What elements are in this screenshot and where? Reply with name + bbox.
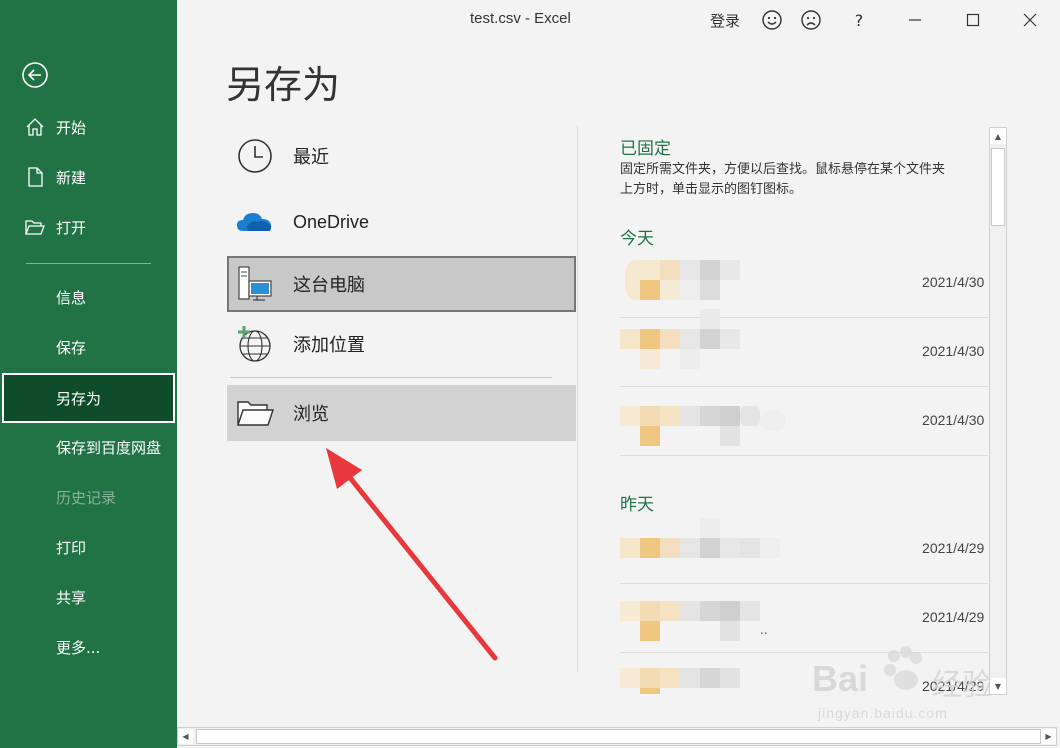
sidebar-item-save-baidu[interactable]: 保存到百度网盘	[56, 432, 161, 462]
help-button[interactable]: ?	[849, 8, 869, 32]
locations-divider	[230, 377, 552, 378]
triangle-up-icon: ▲	[994, 131, 1002, 141]
location-recent[interactable]: 最近	[227, 128, 576, 184]
sidebar-item-label: 打印	[56, 538, 87, 557]
location-label: 浏览	[293, 404, 329, 425]
help-icon: ?	[854, 10, 864, 30]
sidebar-item-label: 保存到百度网盘	[56, 438, 162, 457]
minimize-icon	[909, 19, 921, 21]
sidebar-item-label: 另存为	[56, 390, 102, 408]
back-button[interactable]	[20, 60, 50, 90]
today-title: 今天	[620, 229, 654, 249]
file-date: 2021/4/30 1	[922, 274, 996, 290]
pinned-title: 已固定	[620, 139, 671, 159]
new-file-icon	[28, 167, 43, 187]
sidebar-item-more[interactable]: 更多...	[56, 632, 100, 662]
location-this-pc[interactable]: 这台电脑	[227, 256, 576, 312]
file-thumbnail-blurred	[620, 258, 780, 310]
home-icon	[26, 118, 44, 136]
open-folder-icon	[25, 220, 45, 235]
file-row-today-3[interactable]: 2021/4/30 1	[620, 388, 996, 456]
page-title: 另存为	[226, 63, 341, 107]
file-thumbnail-blurred: ..	[620, 593, 780, 645]
location-add-place[interactable]: 添加位置	[227, 316, 576, 372]
frown-icon	[801, 10, 821, 30]
sidebar-item-label: 信息	[56, 288, 87, 307]
sidebar-item-save-as[interactable]: 另存为	[2, 373, 175, 423]
maximize-icon	[966, 13, 980, 27]
file-date: 2021/4/30 1	[922, 343, 996, 359]
sidebar-item-save[interactable]: 保存	[56, 332, 86, 362]
scroll-up-button[interactable]: ▲	[990, 128, 1006, 144]
add-location-globe-icon	[235, 324, 275, 364]
file-date: 2021/4/29 1	[922, 540, 996, 556]
sidebar-item-info[interactable]: 信息	[56, 282, 86, 312]
sidebar-item-label: 保存	[56, 338, 87, 357]
smile-icon	[762, 10, 782, 30]
sidebar-item-home[interactable]: 开始	[24, 112, 86, 142]
scrollbar-thumb[interactable]	[196, 729, 1041, 744]
panel-separator	[577, 126, 578, 672]
sidebar-item-label: 新建	[56, 168, 87, 187]
sidebar-divider	[26, 263, 151, 264]
pinned-description: 固定所需文件夹，方便以后查找。鼠标悬停在某个文件夹 上方时，单击显示的图钉图标。	[620, 160, 990, 202]
watermark-url: jingyan.baidu.com	[818, 705, 948, 721]
backstage-sidebar: 开始 新建 打开 信息 保存 另存为 保存到百度网盘 历史记录 打印 共享 更多…	[0, 0, 177, 748]
close-button[interactable]	[1020, 8, 1040, 32]
sidebar-item-history: 历史记录	[56, 482, 116, 512]
watermark-brand-cn: 经验	[932, 668, 992, 703]
minimize-button[interactable]	[905, 8, 925, 32]
scroll-right-button[interactable]: ▶	[1041, 729, 1056, 744]
file-row-today-2[interactable]: 2021/4/30 1	[620, 309, 996, 387]
sidebar-item-share[interactable]: 共享	[56, 582, 86, 612]
pinned-desc-line: 固定所需文件夹，方便以后查找。鼠标悬停在某个文件夹	[620, 162, 946, 177]
sidebar-item-open[interactable]: 打开	[24, 212, 86, 242]
vertical-scrollbar[interactable]: ▲ ▼	[989, 127, 1007, 695]
file-date: 2021/4/29 1	[922, 609, 996, 625]
smile-feedback-button[interactable]	[760, 8, 784, 32]
location-onedrive[interactable]: OneDrive	[227, 194, 576, 250]
sidebar-item-label: 开始	[56, 118, 87, 137]
sidebar-item-label: 共享	[56, 588, 87, 607]
window-title: test.csv - Excel	[470, 10, 571, 27]
sidebar-item-print[interactable]: 打印	[56, 532, 86, 562]
scrollbar-thumb[interactable]	[991, 148, 1005, 226]
location-label: 添加位置	[293, 335, 365, 356]
yesterday-title: 昨天	[620, 495, 654, 515]
location-label: 最近	[293, 147, 329, 168]
file-row-yesterday-1[interactable]: 2021/4/29 1	[620, 516, 996, 584]
scroll-left-button[interactable]: ◀	[178, 729, 193, 744]
frown-feedback-button[interactable]	[799, 8, 823, 32]
maximize-button[interactable]	[963, 8, 983, 32]
pinned-desc-line: 上方时，单击显示的图钉图标。	[620, 182, 803, 197]
back-arrow-icon	[22, 62, 48, 88]
sidebar-item-new[interactable]: 新建	[24, 162, 86, 192]
file-date: 2021/4/30 1	[922, 412, 996, 428]
signin-button[interactable]: 登录	[710, 8, 740, 32]
title-bar: test.csv - Excel 登录 ?	[177, 0, 1060, 40]
sidebar-item-label: 更多...	[56, 638, 101, 657]
location-label: 这台电脑	[293, 275, 365, 296]
triangle-right-icon: ▶	[1045, 732, 1052, 741]
location-browse[interactable]: 浏览	[227, 385, 576, 441]
onedrive-cloud-icon	[235, 202, 275, 242]
sidebar-item-label: 打开	[56, 218, 87, 237]
file-thumbnail-blurred	[620, 309, 780, 379]
watermark-brand: Bai	[812, 658, 869, 699]
triangle-left-icon: ◀	[182, 732, 189, 741]
horizontal-scrollbar[interactable]: ◀ ▶	[177, 727, 1057, 746]
file-thumbnail-blurred	[620, 662, 780, 694]
close-icon	[1023, 13, 1037, 27]
signin-label: 登录	[710, 11, 741, 30]
file-thumbnail-blurred	[620, 518, 780, 576]
computer-icon	[235, 264, 275, 304]
folder-open-icon	[235, 393, 275, 433]
location-label: OneDrive	[293, 211, 370, 232]
clock-icon	[235, 136, 275, 176]
sidebar-item-label: 历史记录	[56, 488, 117, 507]
file-row-today-1[interactable]: 2021/4/30 1	[620, 250, 996, 318]
file-thumbnail-blurred	[620, 396, 786, 448]
